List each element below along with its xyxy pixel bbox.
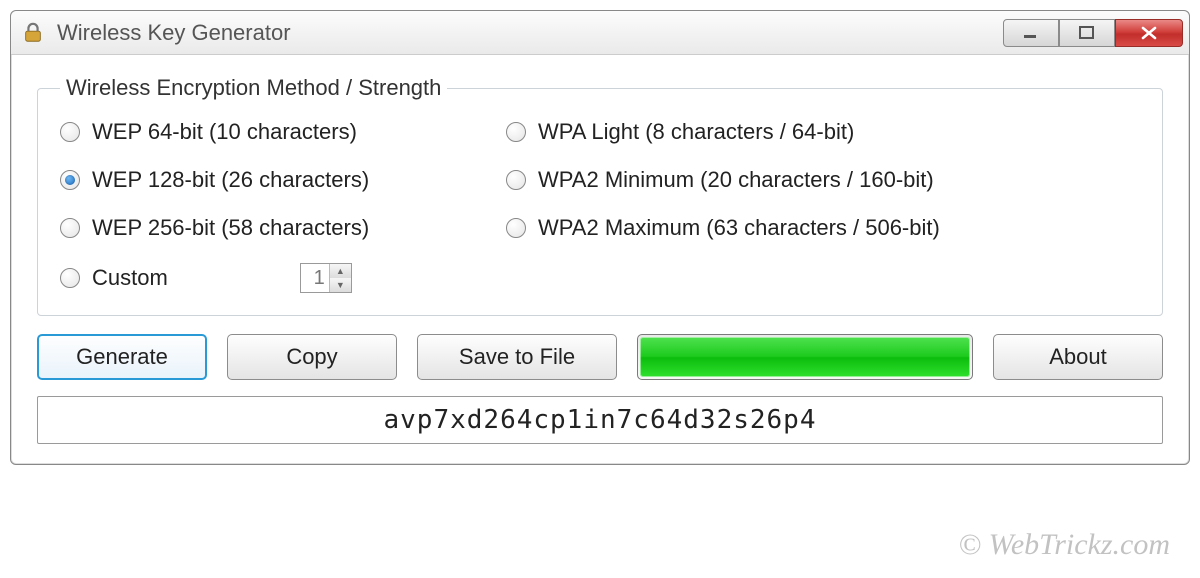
window-controls [1003, 19, 1183, 47]
radio-custom-row: Custom 1 ▲ ▼ [60, 263, 490, 293]
radio-wep-64[interactable]: WEP 64-bit (10 characters) [60, 119, 490, 145]
radio-wep-256[interactable]: WEP 256-bit (58 characters) [60, 215, 490, 241]
custom-length-value: 1 [301, 267, 329, 290]
radio-icon [506, 218, 526, 238]
close-button[interactable] [1115, 19, 1183, 47]
chevron-down-icon[interactable]: ▼ [330, 278, 351, 292]
radio-icon [60, 268, 80, 288]
radio-label: WPA2 Maximum (63 characters / 506-bit) [538, 215, 940, 241]
minimize-button[interactable] [1003, 19, 1059, 47]
client-area: Wireless Encryption Method / Strength WE… [11, 55, 1189, 464]
radio-icon [506, 122, 526, 142]
progress-bar [637, 334, 973, 380]
radio-custom[interactable]: Custom [60, 265, 168, 291]
radio-icon [60, 170, 80, 190]
stepper-arrows: ▲ ▼ [329, 264, 351, 292]
about-button[interactable]: About [993, 334, 1163, 380]
lock-icon [21, 21, 45, 45]
radio-label: WPA Light (8 characters / 64-bit) [538, 119, 854, 145]
radio-label: WEP 128-bit (26 characters) [92, 167, 369, 193]
custom-length-stepper[interactable]: 1 ▲ ▼ [300, 263, 352, 293]
progress-fill [640, 337, 970, 377]
radio-label: Custom [92, 265, 168, 291]
radio-icon [60, 122, 80, 142]
generate-button[interactable]: Generate [37, 334, 207, 380]
radio-grid: WEP 64-bit (10 characters) WPA Light (8 … [60, 119, 1140, 293]
action-button-row: Generate Copy Save to File About [37, 334, 1163, 380]
radio-icon [60, 218, 80, 238]
radio-wep-128[interactable]: WEP 128-bit (26 characters) [60, 167, 490, 193]
generated-key-output[interactable]: avp7xd264cp1in7c64d32s26p4 [37, 396, 1163, 444]
titlebar: Wireless Key Generator [11, 11, 1189, 55]
app-window: Wireless Key Generator Wireless Encrypti… [10, 10, 1190, 465]
radio-wpa-light[interactable]: WPA Light (8 characters / 64-bit) [506, 119, 1140, 145]
encryption-method-group: Wireless Encryption Method / Strength WE… [37, 75, 1163, 316]
radio-wpa2-minimum[interactable]: WPA2 Minimum (20 characters / 160-bit) [506, 167, 1140, 193]
watermark-text: © WebTrickz.com [958, 528, 1170, 562]
window-title: Wireless Key Generator [57, 20, 991, 46]
radio-label: WEP 256-bit (58 characters) [92, 215, 369, 241]
save-to-file-button[interactable]: Save to File [417, 334, 617, 380]
group-legend: Wireless Encryption Method / Strength [60, 75, 447, 101]
radio-icon [506, 170, 526, 190]
chevron-up-icon[interactable]: ▲ [330, 264, 351, 278]
radio-label: WPA2 Minimum (20 characters / 160-bit) [538, 167, 934, 193]
copy-button[interactable]: Copy [227, 334, 397, 380]
maximize-button[interactable] [1059, 19, 1115, 47]
radio-wpa2-maximum[interactable]: WPA2 Maximum (63 characters / 506-bit) [506, 215, 1140, 241]
radio-label: WEP 64-bit (10 characters) [92, 119, 357, 145]
